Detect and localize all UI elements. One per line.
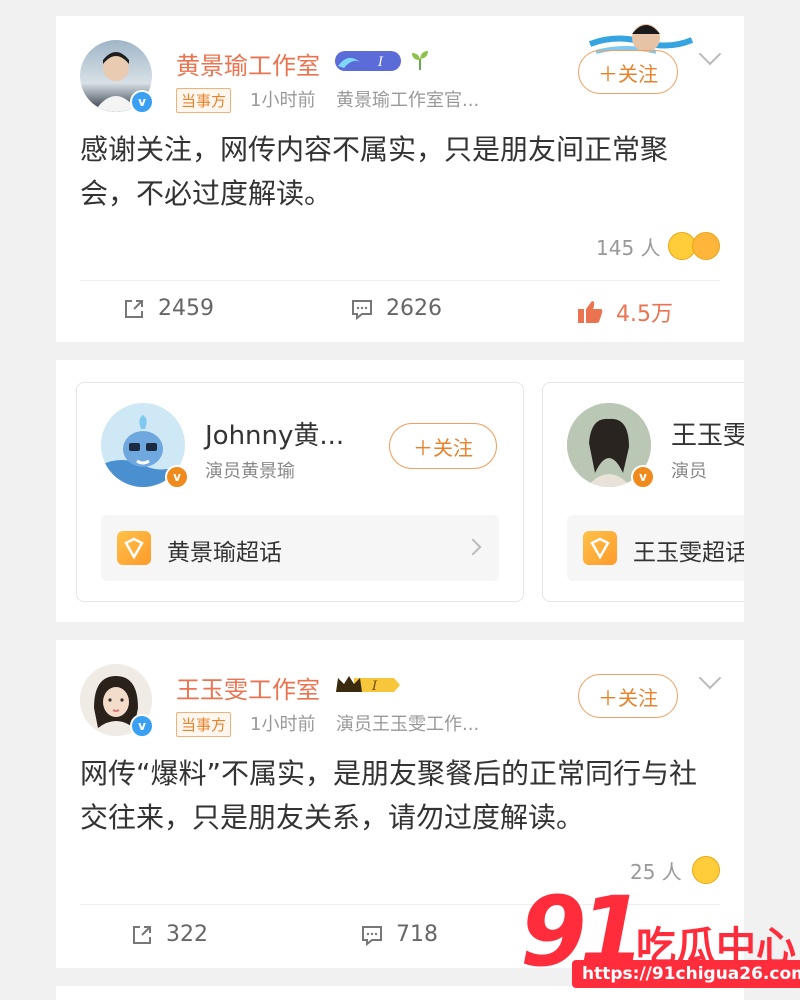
recommended-accounts: v Johnny黄... 演员黄景瑜 ＋关注 黄景瑜超话 v 王玉雯 演员 王玉…: [56, 360, 744, 622]
crown-member-badge-icon: I: [336, 676, 400, 694]
super-topic-icon: [583, 531, 617, 565]
follow-button[interactable]: ＋关注: [389, 423, 497, 469]
post-text: 感谢关注，网传内容不属实，只是朋友间正常聚会，不必过度解读。: [80, 133, 669, 210]
post-card: v 黄景瑜工作室 I 当事方 1小时前 黄景瑜工作室官... ＋关注 感谢关注，…: [56, 16, 744, 342]
recommendation-card[interactable]: v Johnny黄... 演员黄景瑜 ＋关注 黄景瑜超话: [76, 382, 524, 602]
repost-icon: [125, 299, 143, 318]
topic-label: 王玉雯超话: [633, 540, 744, 566]
comment-button[interactable]: 718: [360, 922, 438, 947]
thumbs-up-icon: [578, 301, 603, 323]
comment-icon: [362, 925, 382, 946]
comment-button[interactable]: 2626: [350, 296, 442, 321]
chevron-right-icon: [464, 538, 482, 556]
divider: [80, 280, 720, 281]
post-source[interactable]: 演员王玉雯工作...: [336, 710, 479, 736]
post-time: 1小时前: [250, 90, 316, 111]
member-badge-icon: I: [335, 51, 401, 71]
comment-count: 2626: [386, 296, 442, 321]
recommendation-card[interactable]: v 王玉雯 演员 王玉雯超话: [542, 382, 744, 602]
post-time: 1小时前: [250, 714, 316, 735]
verified-icon: v: [130, 714, 154, 738]
follow-button[interactable]: ＋关注: [578, 674, 678, 718]
account-subtitle: 演员黄景瑜: [205, 461, 295, 482]
verified-icon: v: [165, 465, 189, 489]
likers-count[interactable]: 145 人: [596, 232, 661, 261]
watermark-url: https://91chigua26.com: [572, 960, 800, 988]
post-text: 网传“爆料”不属实，是朋友聚餐后的正常同行与社交往来，只是朋友关系，请勿过度解读…: [80, 757, 698, 834]
repost-button[interactable]: 322: [130, 922, 208, 947]
author-name[interactable]: 王玉雯工作室: [176, 670, 320, 705]
verified-icon: v: [130, 90, 154, 114]
chevron-down-icon[interactable]: [698, 666, 722, 690]
account-name[interactable]: Johnny黄...: [205, 415, 344, 452]
repost-button[interactable]: 2459: [122, 296, 214, 321]
feed: v 黄景瑜工作室 I 当事方 1小时前 黄景瑜工作室官... ＋关注 感谢关注，…: [56, 0, 744, 1000]
party-tag: 当事方: [176, 712, 232, 737]
level-label: I: [377, 55, 384, 70]
account-name[interactable]: 王玉雯: [671, 415, 744, 452]
repost-count: 2459: [158, 296, 214, 321]
heart-eyes-emoji-icon: [692, 232, 720, 260]
repost-count: 322: [166, 922, 208, 947]
comment-icon: [352, 299, 372, 320]
follow-button[interactable]: ＋关注: [578, 50, 678, 94]
sprout-icon: [412, 51, 428, 70]
topic-chip[interactable]: 王玉雯超话: [567, 515, 744, 581]
party-tag: 当事方: [176, 88, 232, 113]
verified-icon: v: [631, 465, 655, 489]
topic-chip[interactable]: 黄景瑜超话: [101, 515, 499, 581]
author-name[interactable]: 黄景瑜工作室: [176, 46, 320, 81]
comment-count: 718: [396, 922, 438, 947]
level-label: I: [371, 679, 378, 694]
topic-label: 黄景瑜超话: [167, 540, 282, 566]
like-count: 4.5万: [616, 302, 673, 327]
like-button[interactable]: 4.5万: [576, 296, 673, 328]
watermark: 91 吃瓜中心 https://91chigua26.com: [516, 876, 800, 1000]
post-source[interactable]: 黄景瑜工作室官...: [336, 86, 479, 112]
super-topic-icon: [117, 531, 151, 565]
chevron-down-icon[interactable]: [698, 42, 722, 66]
repost-icon: [133, 925, 151, 944]
account-subtitle: 演员: [671, 461, 707, 482]
